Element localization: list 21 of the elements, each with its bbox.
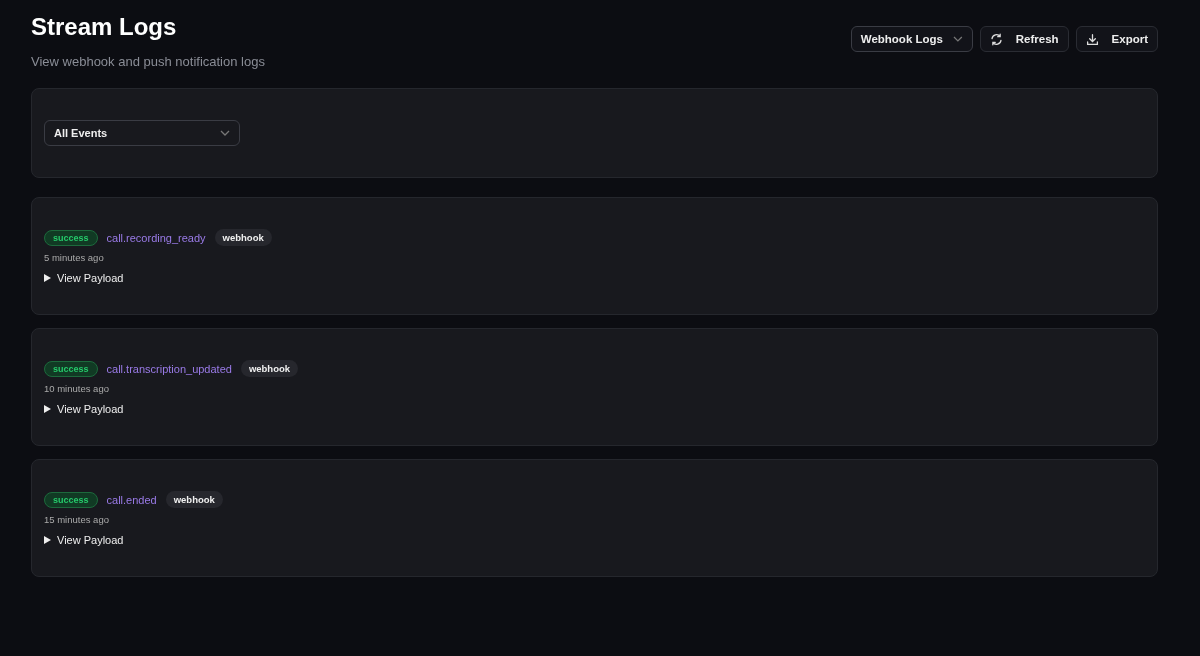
log-time: 15 minutes ago xyxy=(44,514,110,525)
log-time: 10 minutes ago xyxy=(44,383,110,394)
channel-tag: webhook xyxy=(240,360,299,377)
view-payload-toggle[interactable]: View Payload xyxy=(57,534,124,546)
channel-tag: webhook xyxy=(165,491,223,508)
export-button[interactable]: Export xyxy=(1075,26,1158,52)
event-name: call.transcription_updated xyxy=(106,362,232,375)
status-badge: success xyxy=(44,360,98,377)
refresh-button[interactable]: Refresh xyxy=(979,26,1069,52)
status-badge: success xyxy=(44,229,98,246)
event-name: call.recording_ready xyxy=(106,231,206,244)
log-time: 5 minutes ago xyxy=(44,252,105,263)
channel-tag: webhook xyxy=(214,229,272,246)
view-payload-toggle[interactable]: View Payload xyxy=(57,403,124,415)
page-title: Stream Logs xyxy=(31,12,178,42)
log-type-dropdown[interactable]: Webhook Logs xyxy=(850,26,973,52)
event-filter-dropdown[interactable]: All Events xyxy=(44,120,240,146)
page-subtitle: View webhook and push notification logs xyxy=(31,54,265,69)
status-badge: success xyxy=(44,491,98,508)
view-payload-toggle[interactable]: View Payload xyxy=(57,272,124,284)
event-name: call.ended xyxy=(106,493,157,506)
